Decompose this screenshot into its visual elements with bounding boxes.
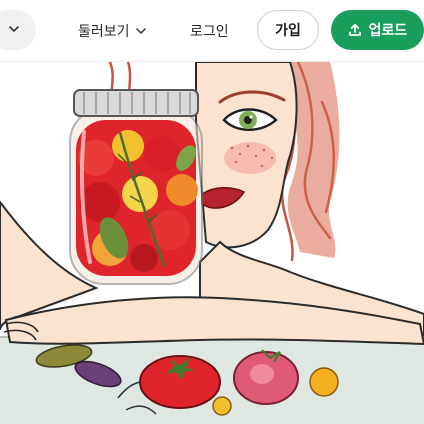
upload-label: 업로드	[368, 23, 408, 39]
upload-button[interactable]: 업로드	[331, 10, 424, 50]
join-label: 가입	[275, 23, 301, 39]
explore-menu[interactable]: 둘러보기	[78, 0, 147, 62]
top-navigation-bar: 둘러보기 로그인 가입 업로드	[0, 0, 424, 62]
login-link[interactable]: 로그인	[190, 0, 229, 62]
chevron-down-icon	[9, 26, 19, 32]
upload-icon	[348, 23, 361, 36]
chevron-down-icon	[135, 28, 146, 34]
tomato-jar	[69, 89, 203, 285]
login-label: 로그인	[190, 24, 229, 40]
woman-with-tomato-jar-illustration	[0, 62, 424, 424]
menu-dropdown-button[interactable]	[0, 10, 36, 50]
join-button[interactable]: 가입	[257, 10, 319, 50]
explore-label: 둘러보기	[78, 24, 130, 40]
